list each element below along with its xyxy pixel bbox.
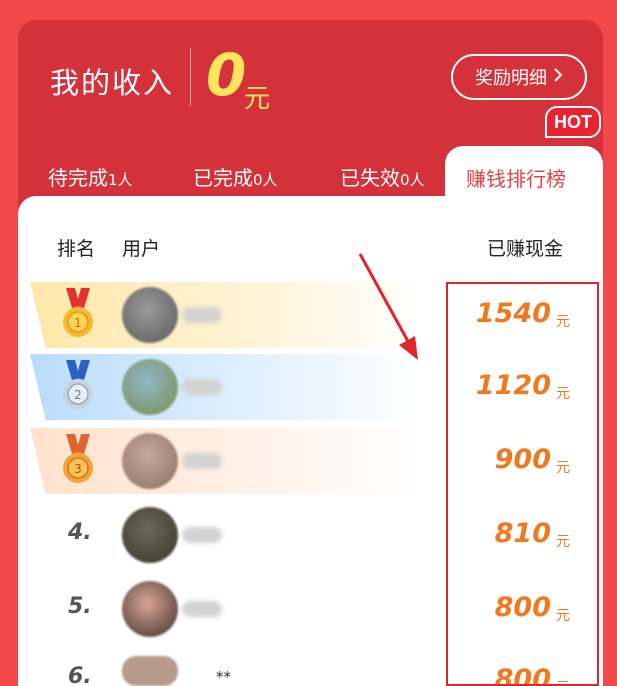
annotation-arrow-icon <box>358 253 418 360</box>
